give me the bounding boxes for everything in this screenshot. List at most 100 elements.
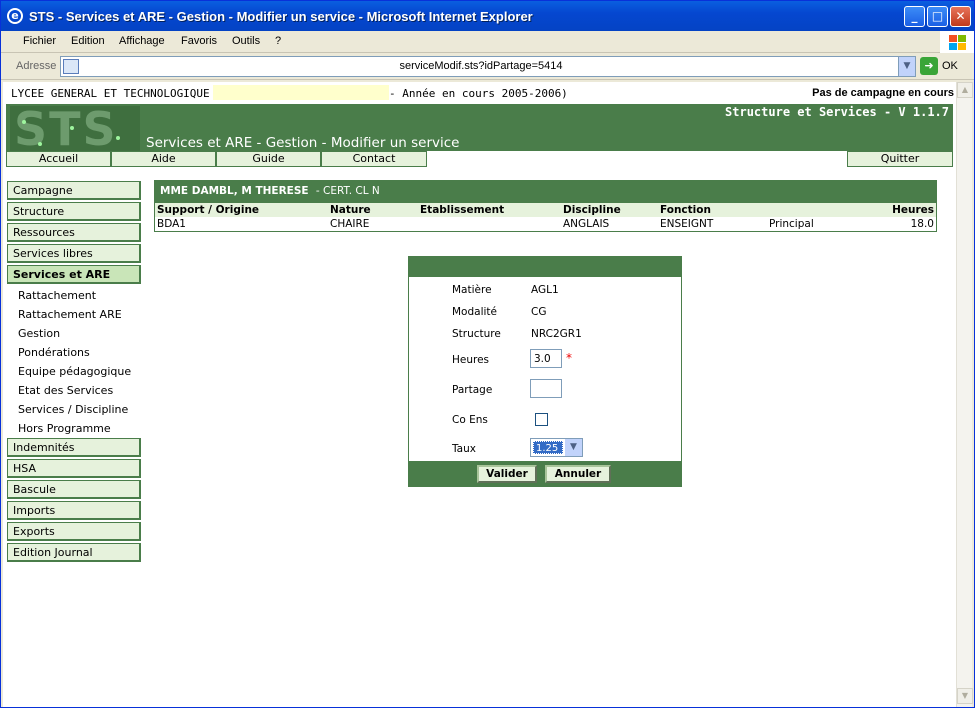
cell-support: BDA1 [157,218,186,230]
sidebar-subitem-equipe[interactable]: Equipe pédagogique [18,365,131,378]
required-mark: * [566,351,572,365]
menu-edition[interactable]: Edition [71,35,105,47]
col-heures: Heures [892,204,934,216]
cell-discipline: ANGLAIS [563,218,610,230]
sidebar-item-indemnites[interactable]: Indemnités [7,438,141,457]
coens-checkbox[interactable] [535,413,548,426]
close-button[interactable]: ✕ [950,6,971,27]
sidebar-item-services-libres[interactable]: Services libres [7,244,141,263]
teacher-grade: - CERT. CL N [315,185,380,197]
sidebar-item-exports[interactable]: Exports [7,522,141,541]
nav-accueil[interactable]: Accueil [6,151,111,167]
menu-favoris[interactable]: Favoris [181,35,217,47]
info-bar: LYCEE GENERAL ET TECHNOLOGIQUE - Année e… [3,82,956,104]
taux-label: Taux [452,443,476,455]
address-dropdown-icon[interactable]: ▼ [898,57,915,76]
sidebar-item-campagne[interactable]: Campagne [7,181,141,200]
nav-aide[interactable]: Aide [111,151,216,167]
scroll-down-icon[interactable]: ▼ [957,688,973,704]
vertical-scrollbar[interactable]: ▲ ▼ [956,82,973,707]
maximize-button[interactable]: □ [927,6,948,27]
menu-help[interactable]: ? [275,35,281,47]
page-content: LYCEE GENERAL ET TECHNOLOGIQUE - Année e… [3,82,956,707]
top-navigation: Accueil Aide Guide Contact Quitter [6,151,953,167]
partage-label: Partage [452,384,493,396]
sidebar-item-imports[interactable]: Imports [7,501,141,520]
app-version: Structure et Services - V 1.1.7 [725,105,949,119]
teacher-panel: MME DAMBL, M THERESE - CERT. CL N Suppor… [154,180,937,232]
modify-service-form: Matière AGL1 Modalité CG Structure NRC2G… [408,256,682,487]
heures-input[interactable]: 3.0 [530,349,562,368]
sidebar-subitem-discipline[interactable]: Services / Discipline [18,403,128,416]
menu-outils[interactable]: Outils [232,35,260,47]
go-arrow-icon[interactable]: ➜ [920,57,938,75]
col-etablissement: Etablissement [420,204,505,216]
sidebar-item-ressources[interactable]: Ressources [7,223,141,242]
partage-input[interactable] [530,379,562,398]
form-header [409,257,681,277]
window-title: STS - Services et ARE - Gestion - Modifi… [29,9,533,24]
go-button[interactable]: OK [942,60,958,72]
sidebar-item-edition-journal[interactable]: Edition Journal [7,543,141,562]
matiere-label: Matière [452,284,492,296]
teacher-header: MME DAMBL, M THERESE - CERT. CL N [155,181,936,203]
structure-value: NRC2GR1 [531,328,582,340]
cell-nature: CHAIRE [330,218,370,230]
chevron-down-icon[interactable]: ▼ [565,439,582,456]
form-footer: Valider Annuler [409,461,681,486]
nav-quitter[interactable]: Quitter [847,151,953,167]
sidebar-item-services-are[interactable]: Services et ARE [7,265,141,284]
scroll-up-icon[interactable]: ▲ [957,82,973,98]
nav-contact[interactable]: Contact [321,151,427,167]
campaign-status: Pas de campagne en cours [812,87,954,99]
col-discipline: Discipline [563,204,621,216]
menu-affichage[interactable]: Affichage [119,35,165,47]
windows-logo-icon [940,31,974,53]
address-url[interactable]: serviceModif.sts?idPartage=5414 [61,60,901,72]
modalite-label: Modalité [452,306,497,318]
school-year: - Année en cours 2005-2006) [389,87,568,100]
col-nature: Nature [330,204,371,216]
matiere-value: AGL1 [531,284,559,296]
nav-guide[interactable]: Guide [216,151,321,167]
cell-heures: 18.0 [910,218,934,230]
sidebar-subitem-gestion[interactable]: Gestion [18,327,60,340]
address-input[interactable]: serviceModif.sts?idPartage=5414 ▼ [60,56,916,77]
sidebar-item-structure[interactable]: Structure [7,202,141,221]
annuler-button[interactable]: Annuler [545,465,611,483]
sidebar-subitem-ponderations[interactable]: Pondérations [18,346,90,359]
sidebar-subitem-rattachement[interactable]: Rattachement [18,289,96,302]
valider-button[interactable]: Valider [477,465,537,483]
structure-label: Structure [452,328,501,340]
col-fonction: Fonction [660,204,711,216]
browser-window: e STS - Services et ARE - Gestion - Modi… [0,0,975,708]
menu-bar: Fichier Edition Affichage Favoris Outils… [1,31,974,53]
table-header: Support / Origine Nature Etablissement D… [155,203,936,217]
teacher-name: MME DAMBL, M THERESE [160,185,309,197]
school-name: LYCEE GENERAL ET TECHNOLOGIQUE [11,87,210,100]
page-title: Services et ARE - Gestion - Modifier un … [146,135,460,151]
heures-label: Heures [452,354,490,366]
app-banner: STS Structure et Services - V 1.1.7 Serv… [6,102,953,156]
sidebar-subitem-rattachement-are[interactable]: Rattachement ARE [18,308,122,321]
sidebar-subitem-etat[interactable]: Etat des Services [18,384,113,397]
school-highlight [213,85,389,100]
sts-logo: STS [10,102,140,156]
table-row: BDA1 CHAIRE ANGLAIS ENSEIGNT Principal 1… [155,217,936,231]
modalite-value: CG [531,306,547,318]
title-bar: e STS - Services et ARE - Gestion - Modi… [1,1,974,31]
cell-type: Principal [769,218,814,230]
address-bar: Adresse serviceModif.sts?idPartage=5414 … [1,54,974,80]
sidebar-item-hsa[interactable]: HSA [7,459,141,478]
minimize-button[interactable]: _ [904,6,925,27]
col-support: Support / Origine [157,204,260,216]
taux-select[interactable]: 1.25 ▼ [530,438,583,457]
sidebar-subitem-hors-programme[interactable]: Hors Programme [18,422,111,435]
menu-fichier[interactable]: Fichier [23,35,56,47]
coens-label: Co Ens [452,414,488,426]
logo-text: STS [14,102,118,156]
sidebar-item-bascule[interactable]: Bascule [7,480,141,499]
taux-selected: 1.25 [533,441,563,454]
cell-fonction: ENSEIGNT [660,218,714,230]
address-label: Adresse [16,60,57,72]
